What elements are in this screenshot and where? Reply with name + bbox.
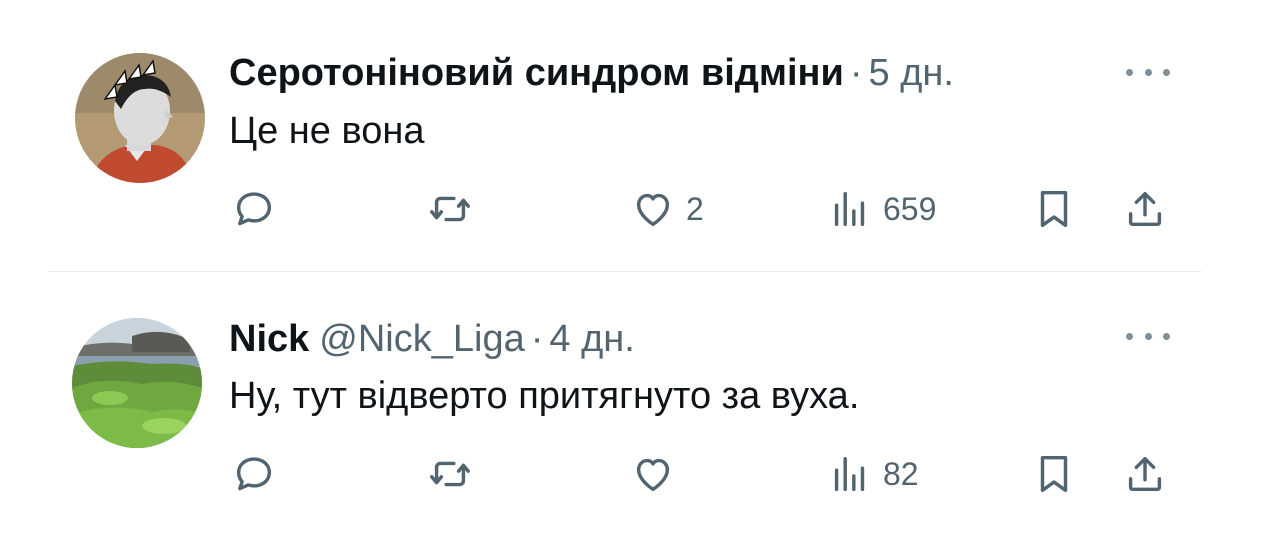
views-button[interactable]: 659 [827, 186, 936, 232]
reply-text: Ну, тут відверто притягнуто за вуха. [229, 375, 860, 417]
repost-button[interactable] [427, 186, 473, 232]
separator-dot: · [849, 52, 863, 94]
avatar-image [72, 318, 202, 448]
share-button[interactable] [1122, 451, 1168, 497]
more-icon [1126, 68, 1133, 76]
avatar[interactable] [72, 318, 202, 448]
share-icon [1128, 456, 1162, 492]
more-options-button[interactable] [1126, 326, 1170, 346]
views-icon [834, 456, 865, 492]
bookmark-button[interactable] [1031, 451, 1077, 497]
reply-icon [236, 457, 272, 491]
reply-item[interactable]: Nick @Nick_Liga · 4 дн. Ну, тут відверто… [0, 273, 1280, 550]
share-button[interactable] [1122, 186, 1168, 232]
separator-dot: · [530, 318, 544, 360]
reply-header: Nick @Nick_Liga · 4 дн. [229, 316, 635, 362]
author-name[interactable]: Серотоніновий синдром відміни [229, 50, 844, 96]
reply-item[interactable]: Серотоніновий синдром відміни · 5 дн. Це… [0, 0, 1280, 272]
like-button[interactable] [630, 451, 676, 497]
like-icon [636, 458, 670, 492]
like-icon [636, 193, 670, 227]
author-name[interactable]: Nick [229, 316, 309, 362]
view-count: 82 [883, 456, 919, 492]
like-button[interactable]: 2 [630, 186, 704, 232]
avatar-image [75, 53, 205, 183]
avatar[interactable] [75, 53, 205, 183]
repost-icon [430, 196, 470, 222]
reply-icon [236, 192, 272, 226]
more-options-button[interactable] [1126, 62, 1170, 82]
repost-button[interactable] [427, 451, 473, 497]
view-count: 659 [883, 191, 937, 227]
repost-icon [430, 461, 470, 487]
like-count: 2 [686, 191, 704, 227]
share-icon [1128, 191, 1162, 227]
timestamp[interactable]: 5 дн. [869, 50, 954, 96]
timestamp[interactable]: 4 дн. [549, 316, 634, 362]
author-handle[interactable]: @Nick_Liga [319, 316, 524, 362]
bookmark-icon [1040, 455, 1068, 493]
reply-button[interactable] [231, 451, 277, 497]
bookmark-button[interactable] [1031, 186, 1077, 232]
reply-button[interactable] [231, 186, 277, 232]
views-icon [834, 191, 865, 227]
views-button[interactable]: 82 [827, 451, 919, 497]
more-icon [1126, 332, 1133, 340]
reply-header: Серотоніновий синдром відміни · 5 дн. [229, 50, 954, 96]
bookmark-icon [1040, 190, 1068, 228]
reply-text: Це не вона [229, 110, 425, 152]
divider [48, 271, 1201, 272]
